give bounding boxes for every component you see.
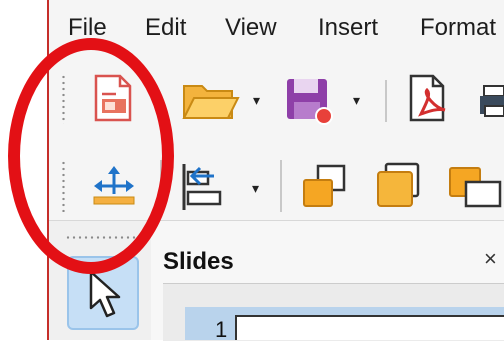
menu-view[interactable]: View bbox=[225, 14, 277, 42]
toolbar-separator bbox=[385, 80, 387, 122]
toolbar-separator bbox=[280, 160, 282, 212]
open-folder-icon[interactable] bbox=[182, 80, 240, 127]
menu-insert[interactable]: Insert bbox=[318, 14, 378, 42]
print-icon[interactable] bbox=[480, 82, 504, 127]
slide-thumbnail[interactable] bbox=[235, 315, 504, 340]
slides-panel-title: Slides bbox=[163, 248, 234, 275]
open-dropdown-arrow[interactable]: ▾ bbox=[253, 92, 260, 109]
export-pdf-icon[interactable] bbox=[407, 74, 451, 129]
send-backward-icon[interactable] bbox=[446, 162, 504, 215]
arrange-object-icon[interactable] bbox=[372, 160, 422, 215]
align-objects-icon[interactable] bbox=[180, 162, 224, 217]
menu-edit[interactable]: Edit bbox=[145, 14, 186, 42]
save-icon[interactable] bbox=[284, 76, 336, 131]
menu-format[interactable]: Format bbox=[420, 14, 496, 42]
save-dropdown-arrow[interactable]: ▾ bbox=[353, 92, 360, 109]
pointer-icon bbox=[89, 270, 121, 318]
align-dropdown-arrow[interactable]: ▾ bbox=[252, 180, 259, 197]
slide-number: 1 bbox=[215, 317, 228, 342]
bring-forward-icon[interactable] bbox=[300, 162, 350, 215]
slides-panel-close-button[interactable]: × bbox=[484, 246, 497, 272]
annotation-ellipse bbox=[8, 38, 174, 274]
